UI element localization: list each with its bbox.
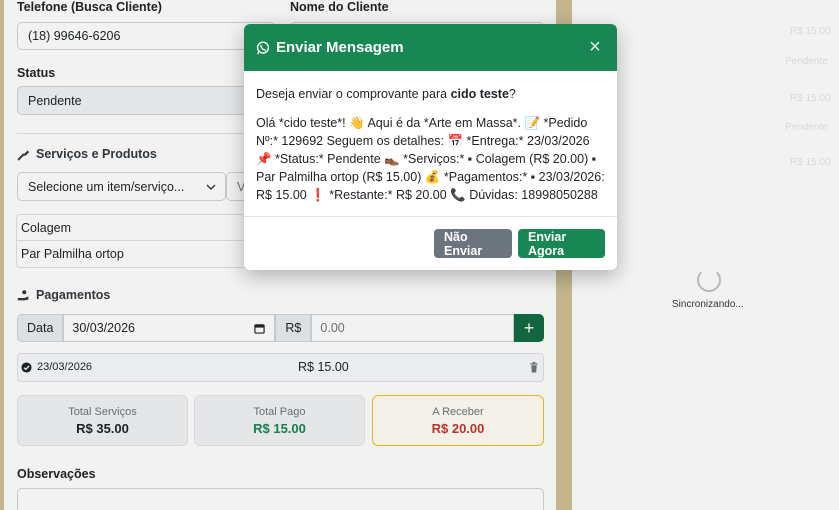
modal-body: Deseja enviar o comprovante para cido te… [244, 71, 617, 204]
message-preview: Olá *cido teste*! 👋 Aqui é da *Arte em M… [256, 116, 605, 202]
question-prefix: Deseja enviar o comprovante para [256, 87, 451, 101]
send-now-button[interactable]: Enviar Agora [518, 229, 605, 258]
modal-footer: Não Enviar Enviar Agora [244, 216, 617, 270]
question-suffix: ? [508, 87, 516, 101]
close-icon[interactable]: × [585, 36, 605, 59]
modal-title: Enviar Mensagem [256, 39, 404, 56]
whatsapp-icon [256, 41, 270, 54]
modal-header: Enviar Mensagem × [244, 24, 617, 71]
modal-title-text: Enviar Mensagem [276, 39, 404, 56]
confirm-question: Deseja enviar o comprovante para cido te… [256, 85, 605, 103]
question-client-name: cido teste [450, 87, 509, 101]
send-message-modal: Enviar Mensagem × Deseja enviar o compro… [244, 24, 617, 270]
cancel-send-button[interactable]: Não Enviar [434, 229, 512, 258]
